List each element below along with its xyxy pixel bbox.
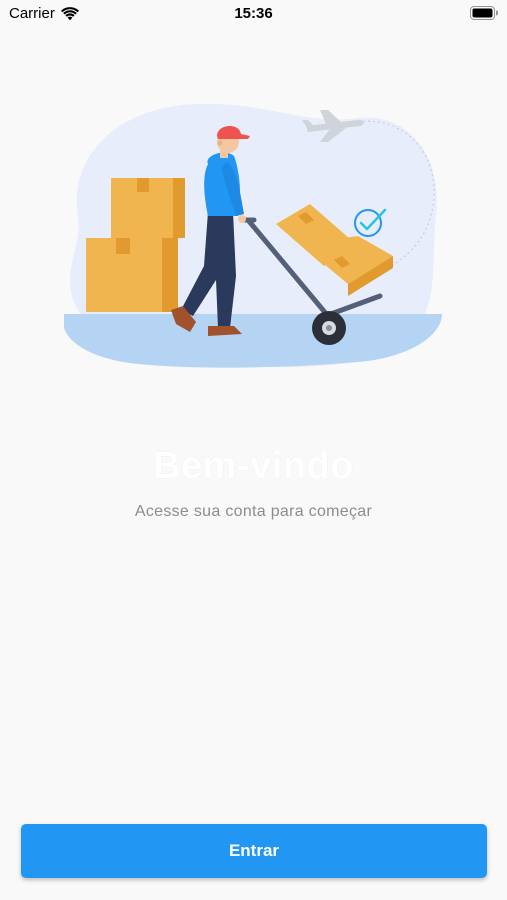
delivery-illustration [64, 103, 442, 368]
wheel [312, 311, 346, 345]
status-time: 15:36 [234, 5, 273, 22]
enter-button[interactable]: Entrar [21, 824, 487, 878]
battery-icon [470, 6, 498, 20]
status-bar: Carrier 15:36 [0, 0, 507, 28]
floor [64, 314, 442, 368]
welcome-title: Bem-vindo [153, 445, 354, 487]
welcome-subtitle: Acesse sua conta para começar [134, 503, 373, 520]
